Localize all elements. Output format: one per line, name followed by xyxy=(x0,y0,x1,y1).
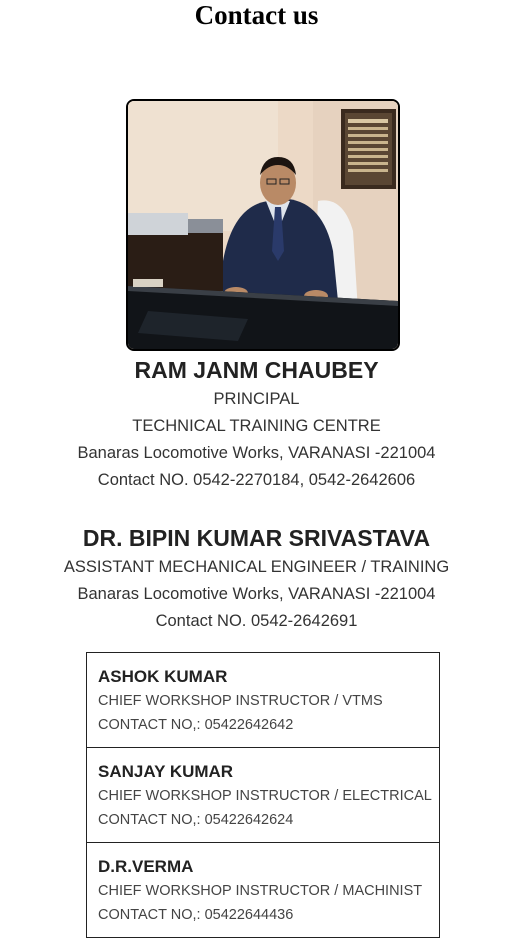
assistant-engineer-contact: Contact NO. 0542-2642691 xyxy=(155,612,358,630)
principal-contact: Contact NO. 0542-2270184, 0542-2642606 xyxy=(97,471,416,489)
principal-name: RAM JANM CHAUBEY xyxy=(134,357,379,383)
staff-designation: CHIEF WORKSHOP INSTRUCTOR / ELECTRICAL xyxy=(98,788,432,804)
page-title: Contact us xyxy=(194,0,319,30)
staff-name: SANJAY KUMAR xyxy=(98,762,234,781)
principal-address: Banaras Locomotive Works, VARANASI -2210… xyxy=(77,444,436,462)
assistant-engineer-designation: ASSISTANT MECHANICAL ENGINEER / TRAINING xyxy=(63,558,450,576)
staff-contact: CONTACT NO,: 05422644436 xyxy=(98,907,294,923)
staff-contact-table: ASHOK KUMAR CHIEF WORKSHOP INSTRUCTOR / … xyxy=(86,652,440,938)
principal-contact-block: RAM JANM CHAUBEY PRINCIPAL TECHNICAL TRA… xyxy=(0,354,513,494)
table-row: ASHOK KUMAR CHIEF WORKSHOP INSTRUCTOR / … xyxy=(87,653,439,748)
principal-institute: TECHNICAL TRAINING CENTRE xyxy=(132,417,381,435)
table-row: SANJAY KUMAR CHIEF WORKSHOP INSTRUCTOR /… xyxy=(87,748,439,843)
assistant-engineer-name: DR. BIPIN KUMAR SRIVASTAVA xyxy=(82,525,431,551)
staff-designation: CHIEF WORKSHOP INSTRUCTOR / MACHINIST xyxy=(98,883,423,899)
staff-name: D.R.VERMA xyxy=(98,857,194,876)
staff-contact: CONTACT NO,: 05422642624 xyxy=(98,812,294,828)
staff-designation: CHIEF WORKSHOP INSTRUCTOR / VTMS xyxy=(98,693,383,709)
principal-designation: PRINCIPAL xyxy=(213,390,300,408)
assistant-engineer-address: Banaras Locomotive Works, VARANASI -2210… xyxy=(77,585,436,603)
table-row: D.R.VERMA CHIEF WORKSHOP INSTRUCTOR / MA… xyxy=(87,843,439,937)
staff-name: ASHOK KUMAR xyxy=(98,667,228,686)
principal-photo xyxy=(126,99,400,351)
staff-contact: CONTACT NO,: 05422642642 xyxy=(98,717,294,733)
assistant-engineer-contact-block: DR. BIPIN KUMAR SRIVASTAVA ASSISTANT MEC… xyxy=(0,522,513,635)
